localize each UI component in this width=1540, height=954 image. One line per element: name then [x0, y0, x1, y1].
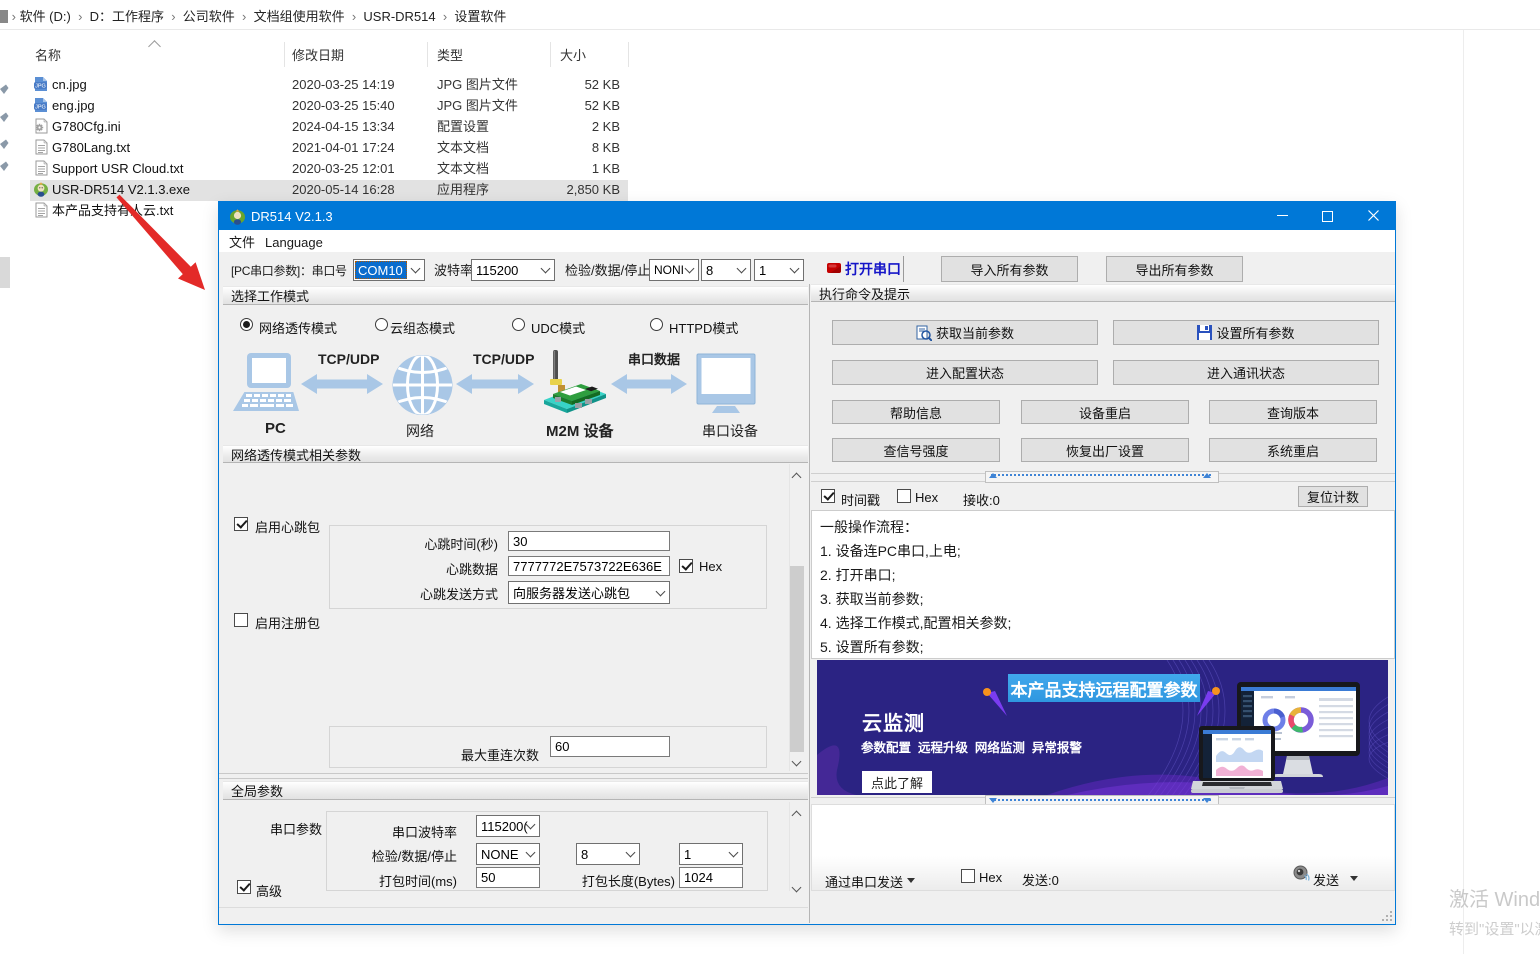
svg-text:JPG: JPG	[35, 84, 46, 90]
svg-text:JPG: JPG	[35, 105, 46, 111]
